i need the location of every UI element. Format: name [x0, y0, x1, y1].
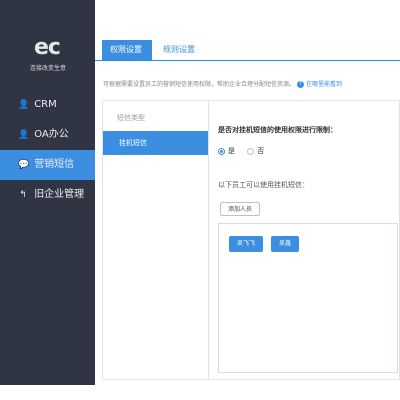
restriction-question: 是否对挂机短信的使用权限进行限制：: [218, 126, 337, 134]
tab-permission-settings[interactable]: 权限设置: [102, 40, 152, 60]
chat-icon: 💬: [18, 160, 30, 170]
allowed-staff-text: 以下员工可以使用挂机短信：: [218, 181, 309, 189]
help-link-text: 在哪里能看到: [305, 81, 342, 88]
permission-column: 是否对挂机短信的使用权限进行限制： 是 否 以下员工可以使用挂机短信： 添加人员…: [208, 101, 399, 379]
sms-type-item-hangup[interactable]: 挂机短信: [103, 131, 208, 155]
app: ec 连接改变生意 👤 CRM 👤 OA办公 💬 营销短信 ↰ 旧企业管理 权限…: [0, 0, 400, 400]
settings-panel: 短信类型 挂机短信 是否对挂机短信的使用权限进行限制： 是 否 以下员工可以使用…: [102, 100, 400, 380]
sms-type-column: 短信类型 挂机短信: [103, 101, 209, 379]
tab-rule-settings[interactable]: 规则设置: [155, 40, 209, 60]
user-icon: 👤: [18, 100, 30, 110]
logo: ec: [34, 35, 61, 60]
add-person-button[interactable]: 添加人员: [220, 202, 260, 216]
sidebar: ec 连接改变生意 👤 CRM 👤 OA办公 💬 营销短信 ↰ 旧企业管理: [0, 0, 95, 385]
info-tip: 可根据需要设置员工的营销短信使用权限，帮助企业合理分配短信资源。 ? 在哪里能看到: [103, 79, 400, 88]
radio-yes-label: 是: [228, 147, 235, 155]
sms-type-title: 短信类型: [117, 114, 145, 122]
radio-no-label: 否: [257, 147, 265, 155]
sidebar-item-oa[interactable]: 👤 OA办公: [0, 120, 95, 150]
radio-yes-indicator[interactable]: [218, 147, 225, 155]
logo-subtitle: 连接改变生意: [29, 65, 66, 72]
staff-chip[interactable]: 吴鑫: [271, 236, 300, 252]
restriction-radio-group: 是 否: [218, 146, 274, 157]
sidebar-item-label: CRM: [34, 99, 57, 110]
staff-chip[interactable]: 吴飞飞: [229, 236, 264, 252]
tip-text: 可根据需要设置员工的营销短信使用权限，帮助企业合理分配短信资源。: [103, 81, 296, 88]
sidebar-item-marketing-sms[interactable]: 💬 营销短信: [0, 150, 95, 180]
radio-no-indicator[interactable]: [247, 147, 255, 155]
sidebar-item-crm[interactable]: 👤 CRM: [0, 90, 95, 120]
back-icon: ↰: [19, 190, 27, 200]
help-link[interactable]: ? 在哪里能看到: [296, 81, 342, 88]
tab-bar: 权限设置 规则设置: [95, 40, 400, 61]
allowed-staff-list: 吴飞飞 吴鑫: [218, 223, 398, 373]
user-icon: 👤: [18, 130, 30, 140]
sidebar-item-old-enterprise[interactable]: ↰ 旧企业管理: [0, 180, 95, 210]
radio-yes[interactable]: 是: [218, 146, 235, 156]
help-icon: ?: [296, 81, 304, 88]
sidebar-item-label: 旧企业管理: [34, 189, 85, 200]
sidebar-item-label: 营销短信: [34, 159, 75, 170]
sidebar-nav: 👤 CRM 👤 OA办公 💬 营销短信 ↰ 旧企业管理: [0, 90, 95, 210]
sidebar-item-label: OA办公: [34, 129, 69, 140]
radio-no[interactable]: 否: [247, 146, 264, 156]
main-content: 权限设置 规则设置 可根据需要设置员工的营销短信使用权限，帮助企业合理分配短信资…: [95, 0, 400, 385]
